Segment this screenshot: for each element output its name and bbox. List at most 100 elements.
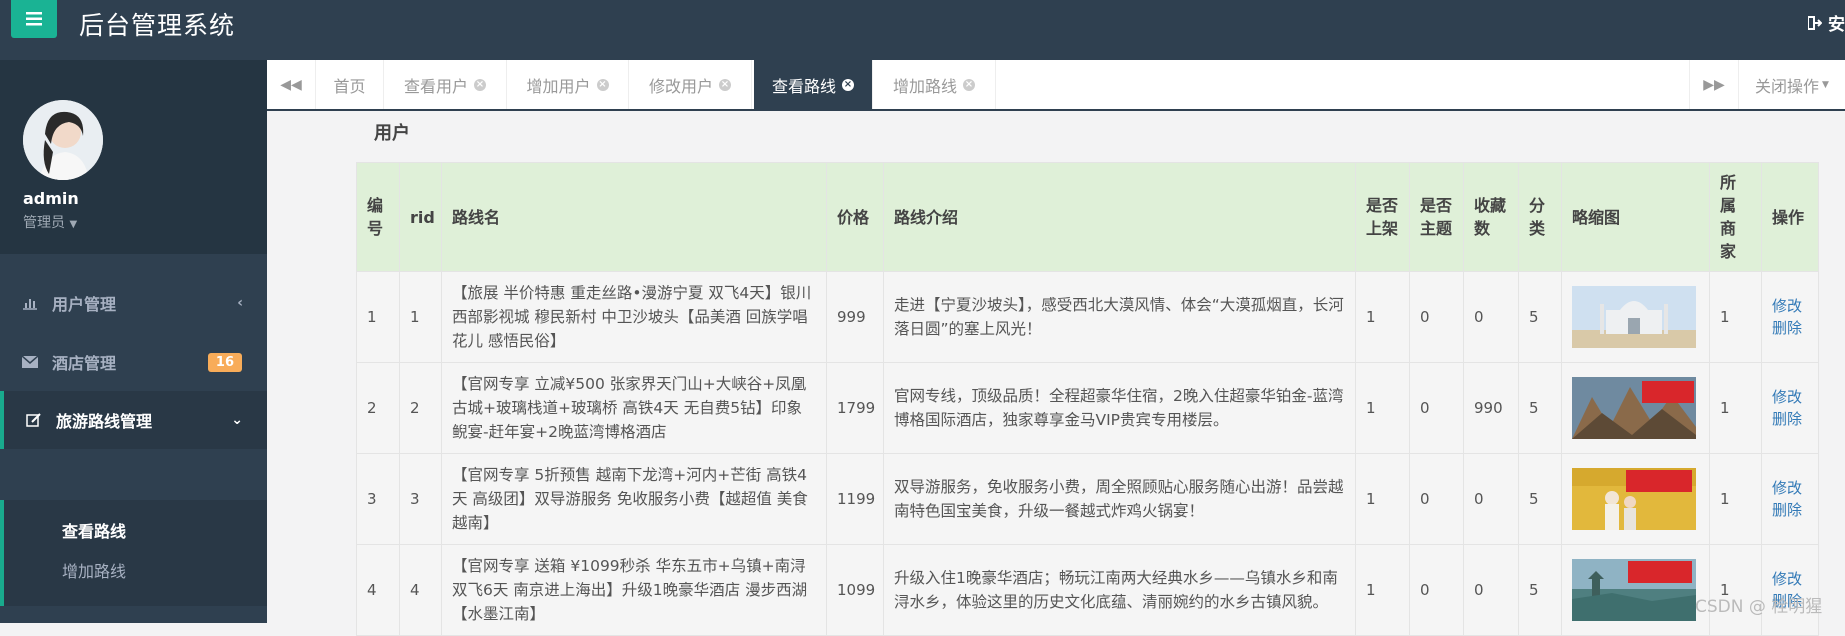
tab-view-routes[interactable]: 查看路线 × (754, 60, 873, 109)
tab-label: 修改用户 (648, 76, 713, 96)
tab-home[interactable]: 首页 (316, 60, 384, 109)
edit-link[interactable]: 修改 (1772, 477, 1808, 499)
chevron-left-icon: ‹ (237, 295, 243, 311)
caret-down-icon: ▼ (69, 219, 78, 230)
thumbnail-image[interactable] (1572, 559, 1696, 621)
cell-on-sale: 1 (1355, 453, 1410, 545)
cell-actions: 修改 删除 (1761, 544, 1819, 636)
double-left-icon: ◀◀ (280, 76, 302, 93)
close-ops-label: 关闭操作 (1755, 76, 1820, 96)
hotel-count-badge: 16 (207, 353, 242, 372)
cell-theme: 0 (1409, 453, 1464, 545)
cell-seller: 1 (1709, 544, 1762, 636)
nav-item-user-management[interactable]: 用户管理 ‹ (0, 274, 267, 332)
edit-link[interactable]: 修改 (1772, 295, 1808, 317)
tab-add-user[interactable]: 增加用户 × (507, 60, 629, 109)
edit-link[interactable]: 修改 (1772, 386, 1808, 408)
table-row: 4 4 【官网专享 送箱 ¥1099秒杀 华东五市+乌镇+南浔 双飞6天 南京进上海… (356, 544, 1819, 636)
app-title: 后台管理系统 (79, 11, 236, 40)
edit-icon (26, 412, 44, 428)
close-icon[interactable]: × (963, 78, 975, 91)
delete-link[interactable]: 删除 (1772, 317, 1808, 339)
thumbnail-image[interactable] (1572, 377, 1696, 439)
cell-thumbnail (1561, 271, 1710, 363)
close-operations-dropdown[interactable]: 关闭操作 ▼ (1738, 60, 1845, 109)
header-name: 路线名 (441, 162, 827, 272)
subnav-add-route[interactable]: 增加路线 (62, 558, 126, 582)
sidebar: admin 管理员 ▼ 用户管理 ‹ 酒店管理 16 旅游路线管理 ⌄ 查看路线… (0, 60, 267, 623)
cell-name: 【官网专享 送箱 ¥1099秒杀 华东五市+乌镇+南浔 双飞6天 南京进上海出】… (441, 544, 827, 636)
avatar[interactable] (23, 100, 103, 180)
chevron-down-icon: ⌄ (231, 412, 243, 428)
cell-rid: 1 (399, 271, 442, 363)
cell-thumbnail (1561, 544, 1710, 636)
tabs-scroll-right-button[interactable]: ▶▶ (1689, 60, 1739, 109)
cell-name: 【旅展 半价特惠 重走丝路•漫游宁夏 双飞4天】银川西部影视城 穆民新村 中卫沙… (441, 271, 827, 363)
edit-link[interactable]: 修改 (1772, 568, 1808, 590)
avatar-image (23, 100, 103, 180)
cell-id: 4 (356, 544, 400, 636)
cell-rid: 4 (399, 544, 442, 636)
cell-intro: 升级入住1晚豪华酒店；畅玩江南两大经典水乡——乌镇水乡和南浔水乡，体验这里的历史… (883, 544, 1356, 636)
tab-label: 增加路线 (892, 76, 957, 96)
cell-favorites: 0 (1463, 453, 1519, 545)
tab-edit-user[interactable]: 修改用户 × (629, 60, 752, 109)
cell-category: 5 (1518, 544, 1562, 636)
tab-label: 首页 (333, 76, 366, 96)
header-seller: 所属商家 (1709, 162, 1762, 272)
tabs-scroll-left-button[interactable]: ◀◀ (267, 60, 316, 109)
cell-seller: 1 (1709, 362, 1762, 454)
close-icon[interactable]: × (474, 78, 486, 91)
nav-item-hotel-management[interactable]: 酒店管理 16 (0, 333, 267, 391)
tab-add-route[interactable]: 增加路线 × (873, 60, 996, 109)
tab-label: 查看路线 (771, 76, 836, 96)
cell-favorites: 990 (1463, 362, 1519, 454)
table-header-row: 编号 rid 路线名 价格 路线介绍 是否上架 是否主题 收藏数 分类 略缩图 … (356, 162, 1819, 272)
cell-favorites: 0 (1463, 271, 1519, 363)
admin-role-dropdown[interactable]: 管理员 ▼ (23, 212, 77, 232)
header-theme: 是否主题 (1409, 162, 1464, 272)
double-right-icon: ▶▶ (1703, 76, 1725, 93)
cell-rid: 3 (399, 453, 442, 545)
cell-id: 2 (356, 362, 400, 454)
header-category: 分类 (1518, 162, 1562, 272)
cell-intro: 双导游服务，免收服务小费，周全照顾贴心服务随心出游！品尝越南特色国宝美食，升级一… (883, 453, 1356, 545)
cell-thumbnail (1561, 453, 1710, 545)
cell-on-sale: 1 (1355, 362, 1410, 454)
cell-actions: 修改 删除 (1761, 271, 1819, 363)
thumbnail-image[interactable] (1572, 286, 1696, 348)
header-price: 价格 (826, 162, 884, 272)
menu-toggle-button[interactable] (11, 0, 57, 38)
table-row: 1 1 【旅展 半价特惠 重走丝路•漫游宁夏 双飞4天】银川西部影视城 穆民新村 中… (356, 271, 1819, 363)
cell-intro: 走进【宁夏沙坡头】，感受西北大漠风情、体会“大漠孤烟直，长河落日圆”的塞上风光！ (883, 271, 1356, 363)
header-thumbnail: 略缩图 (1561, 162, 1710, 272)
logout-label: 安 (1828, 15, 1845, 35)
header-on-sale: 是否上架 (1355, 162, 1410, 272)
tab-label: 查看用户 (403, 76, 468, 96)
delete-link[interactable]: 删除 (1772, 408, 1808, 430)
cell-thumbnail (1561, 362, 1710, 454)
delete-link[interactable]: 删除 (1772, 499, 1808, 521)
close-icon[interactable]: × (719, 78, 731, 91)
cell-theme: 0 (1409, 271, 1464, 363)
logout-button[interactable]: 安 (1808, 10, 1845, 35)
hamburger-icon (26, 12, 42, 26)
top-header: 后台管理系统 安 (0, 0, 1845, 60)
cell-intro: 官网专线，顶级品质！全程超豪华住宿，2晚入住超豪华铂金-蓝湾博格国际酒店，独家尊… (883, 362, 1356, 454)
close-icon[interactable]: × (842, 78, 854, 91)
envelope-icon (22, 356, 40, 368)
cell-price: 1099 (826, 544, 884, 636)
close-icon[interactable]: × (596, 78, 609, 91)
cell-price: 1799 (826, 362, 884, 454)
nav-label: 旅游路线管理 (56, 412, 153, 431)
thumbnail-image[interactable] (1572, 468, 1696, 530)
tab-view-users[interactable]: 查看用户 × (384, 60, 507, 109)
header-intro: 路线介绍 (883, 162, 1356, 272)
cell-actions: 修改 删除 (1761, 362, 1819, 454)
subnav-view-routes[interactable]: 查看路线 (62, 518, 126, 542)
nav-label: 酒店管理 (52, 354, 117, 373)
cell-name: 【官网专享 立减¥500 张家界天门山+大峡谷+凤凰古城+玻璃栈道+玻璃桥 高铁… (441, 362, 827, 454)
cell-id: 3 (356, 453, 400, 545)
cell-seller: 1 (1709, 453, 1762, 545)
nav-item-route-management[interactable]: 旅游路线管理 ⌄ (0, 391, 267, 449)
